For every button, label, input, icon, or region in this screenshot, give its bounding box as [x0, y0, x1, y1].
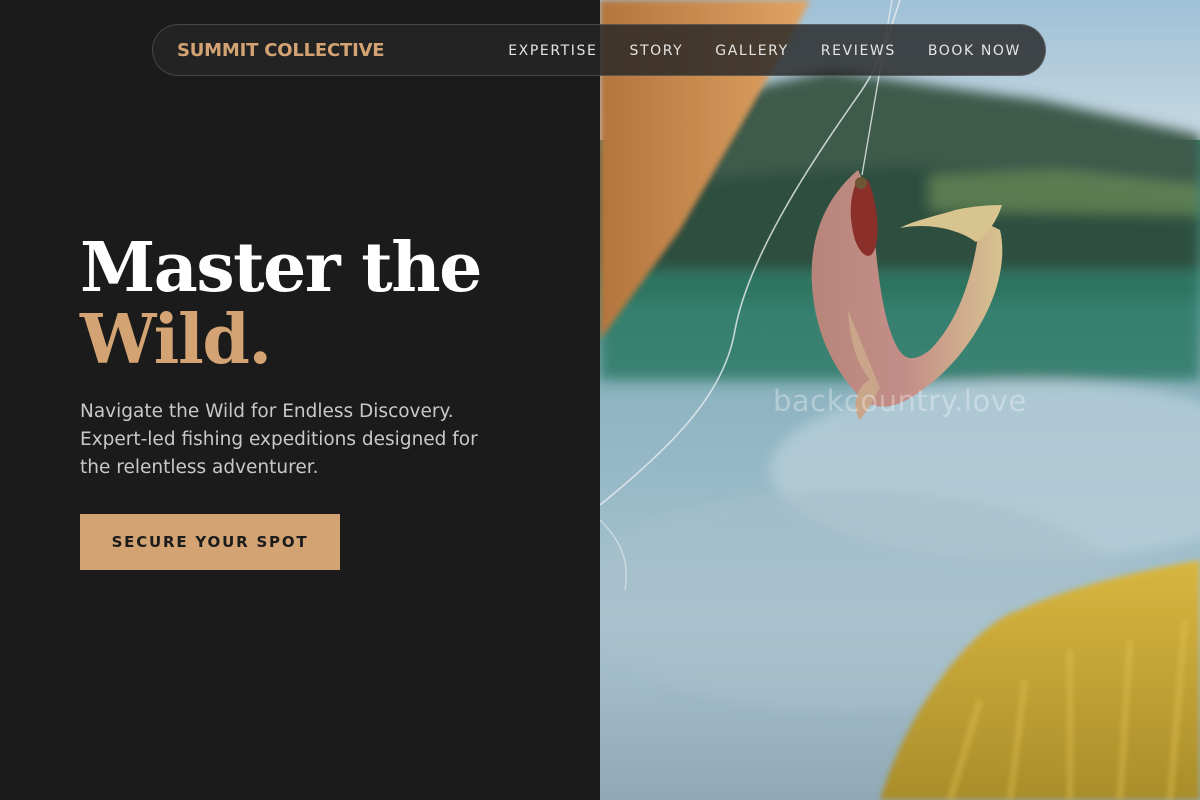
subcopy-line: Expert-led fishing expeditions designed … [80, 429, 478, 450]
watermark-text: backcountry.love [773, 384, 1027, 418]
secure-your-spot-button[interactable]: SECURE YOUR SPOT [80, 514, 340, 570]
hero-headline: Master the Wild. [80, 228, 482, 380]
nav-link-reviews[interactable]: REVIEWS [821, 43, 896, 59]
nav-link-story[interactable]: STORY [629, 43, 683, 59]
headline-line-1: Master the [80, 228, 482, 308]
nav-links: EXPERTISE STORY GALLERY REVIEWS BOOK NOW [508, 25, 1021, 77]
hero-subcopy: Navigate the Wild for Endless Discovery.… [80, 398, 530, 482]
nav-link-expertise[interactable]: EXPERTISE [508, 43, 597, 59]
nav-link-book-now[interactable]: BOOK NOW [928, 43, 1021, 59]
subcopy-line: Navigate the Wild for Endless Discovery. [80, 401, 454, 422]
nav-link-gallery[interactable]: GALLERY [715, 43, 788, 59]
top-navbar: SUMMIT COLLECTIVE EXPERTISE STORY GALLER… [152, 24, 1046, 76]
hero-photo-fish-on-line: backcountry.love [600, 0, 1200, 800]
subcopy-line: the relentless adventurer. [80, 457, 319, 478]
brand-logo[interactable]: SUMMIT COLLECTIVE [177, 25, 385, 77]
headline-line-2-accent: Wild. [80, 300, 272, 380]
